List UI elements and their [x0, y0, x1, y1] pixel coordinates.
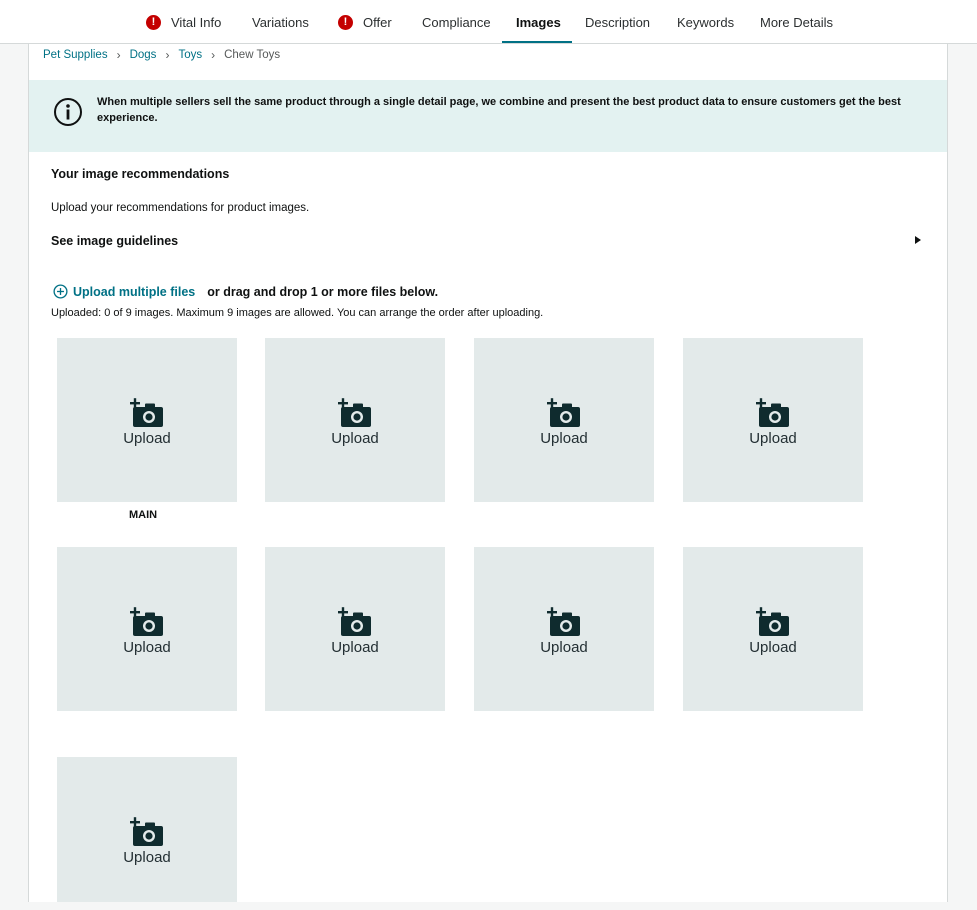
upload-label: Upload	[123, 849, 171, 866]
active-tab-indicator	[502, 41, 572, 43]
upload-label: Upload	[123, 430, 171, 447]
upload-status-text: Uploaded: 0 of 9 images. Maximum 9 image…	[51, 307, 544, 319]
tab-label: More Details	[760, 14, 833, 30]
section-subtitle: Upload your recommendations for product …	[51, 202, 310, 214]
tab-label: Variations	[252, 14, 309, 30]
tab-images[interactable]: Images	[516, 0, 561, 44]
breadcrumb-item-dogs[interactable]: Dogs	[130, 49, 157, 61]
tab-description[interactable]: Description	[585, 0, 650, 44]
chevron-right-icon: ›	[165, 48, 170, 62]
add-photo-icon	[338, 398, 371, 427]
add-photo-icon	[130, 607, 163, 636]
info-icon	[54, 98, 82, 126]
images-panel: Pet Supplies › Dogs › Toys › Chew Toys W…	[28, 44, 948, 910]
upload-multiple-files-link[interactable]: Upload multiple files	[73, 285, 195, 299]
image-upload-tile[interactable]: Upload	[683, 547, 863, 711]
error-icon: !	[146, 14, 161, 30]
tab-label: Description	[585, 14, 651, 30]
tab-label: Keywords	[677, 14, 735, 30]
chevron-right-icon: ›	[211, 48, 216, 62]
breadcrumb-item-chew-toys: Chew Toys	[224, 49, 281, 61]
info-banner-text: When multiple sellers sell the same prod…	[97, 96, 901, 124]
add-photo-icon	[547, 607, 580, 636]
page-bottom-edge	[0, 902, 977, 910]
upload-label: Upload	[540, 639, 588, 656]
image-upload-tile[interactable]: Upload	[57, 547, 237, 711]
tab-more-details[interactable]: More Details	[760, 0, 833, 44]
tab-label: Images	[516, 14, 561, 30]
add-photo-icon	[756, 607, 789, 636]
tab-bar: ! Vital Info Variations ! Offer Complian…	[0, 0, 977, 44]
error-icon: !	[338, 14, 353, 30]
tab-vital-info[interactable]: ! Vital Info	[146, 0, 221, 44]
tab-label: Offer	[363, 14, 392, 30]
section-title: Your image recommendations	[51, 167, 230, 181]
tab-keywords[interactable]: Keywords	[677, 0, 734, 44]
tab-compliance[interactable]: Compliance	[422, 0, 491, 44]
upload-label: Upload	[331, 430, 379, 447]
breadcrumb: Pet Supplies › Dogs › Toys › Chew Toys	[43, 49, 280, 61]
image-upload-tile[interactable]: Upload	[683, 338, 863, 502]
plus-circle-icon[interactable]	[53, 284, 68, 299]
upload-label: Upload	[749, 639, 797, 656]
image-upload-tile[interactable]: Upload	[474, 547, 654, 711]
main-image-label: MAIN	[129, 509, 158, 521]
upload-line: Upload multiple files or drag and drop 1…	[53, 284, 438, 299]
add-photo-icon	[338, 607, 371, 636]
image-guidelines-toggle[interactable]: See image guidelines	[51, 234, 178, 248]
breadcrumb-item-pet-supplies[interactable]: Pet Supplies	[43, 49, 108, 61]
add-photo-icon	[130, 817, 163, 846]
image-upload-tile-main[interactable]: Upload	[57, 338, 237, 502]
image-upload-tile[interactable]: Upload	[265, 547, 445, 711]
info-banner: When multiple sellers sell the same prod…	[29, 80, 947, 152]
chevron-right-icon: ›	[116, 48, 121, 62]
tab-variations[interactable]: Variations	[252, 0, 309, 44]
upload-label: Upload	[123, 639, 171, 656]
expand-arrow-icon[interactable]	[915, 236, 921, 244]
upload-label: Upload	[749, 430, 797, 447]
breadcrumb-item-toys[interactable]: Toys	[178, 49, 202, 61]
image-upload-tile[interactable]: Upload	[265, 338, 445, 502]
image-upload-tile[interactable]: Upload	[474, 338, 654, 502]
add-photo-icon	[756, 398, 789, 427]
add-photo-icon	[130, 398, 163, 427]
add-photo-icon	[547, 398, 580, 427]
drag-drop-text: or drag and drop 1 or more files below.	[207, 284, 439, 299]
tab-label: Vital Info	[171, 14, 222, 30]
tab-offer[interactable]: ! Offer	[338, 0, 392, 44]
tab-label: Compliance	[422, 14, 491, 30]
upload-label: Upload	[540, 430, 588, 447]
upload-label: Upload	[331, 639, 379, 656]
image-upload-tile[interactable]: Upload	[57, 757, 237, 910]
